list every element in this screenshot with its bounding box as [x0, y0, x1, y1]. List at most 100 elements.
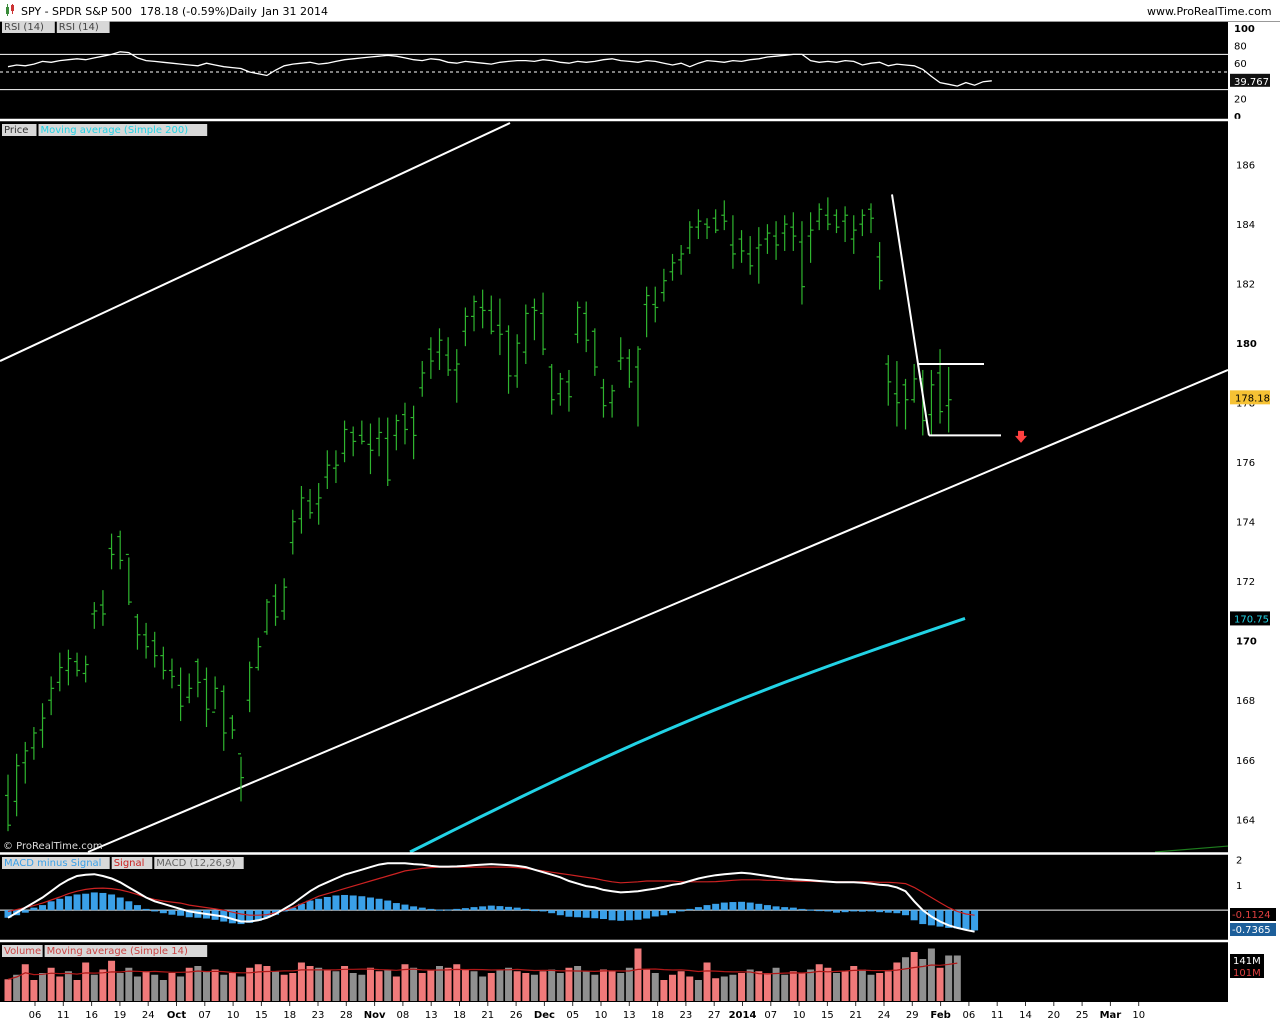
volume-bar	[634, 948, 642, 1001]
price-tick-label: 166	[1236, 756, 1255, 767]
macd-hist-bar	[479, 906, 487, 911]
volume-bar	[90, 974, 98, 1001]
volume-bar	[13, 974, 21, 1001]
macd-hist-bar	[651, 910, 659, 917]
volume-bar	[427, 969, 435, 1001]
volume-bar	[487, 973, 495, 1001]
rsi-tick-label: 80	[1234, 42, 1247, 53]
x-tick-label: 18	[651, 1010, 664, 1021]
x-tick-label: 28	[340, 1010, 353, 1021]
macd-hist-bar	[418, 907, 426, 911]
macd-hist-bar	[306, 900, 314, 911]
x-tick-label: 2014	[729, 1010, 757, 1021]
volume-bar	[21, 964, 29, 1001]
volume-bar	[781, 974, 789, 1001]
x-tick-label: 24	[878, 1010, 891, 1021]
x-tick-label: 10	[793, 1010, 806, 1021]
macd-hist-bar	[815, 910, 823, 912]
volume-bar	[720, 976, 728, 1001]
price-tick-label: 176	[1236, 458, 1255, 469]
macd-hist-bar	[694, 907, 702, 911]
volume-bar	[565, 967, 573, 1001]
x-tick-label: 10	[227, 1010, 240, 1021]
x-tick-label: 21	[481, 1010, 494, 1021]
volume-bar	[177, 976, 185, 1001]
volume-bar	[876, 973, 884, 1001]
legend-label: Moving average (Simple 200)	[41, 125, 189, 136]
macd-hist-bar	[315, 898, 323, 911]
macd-hist-bar	[505, 906, 513, 911]
macd-hist-bar	[125, 901, 133, 911]
macd-hist-bar	[763, 905, 771, 911]
macd-hist-bar	[375, 898, 383, 911]
volume-bar	[660, 980, 668, 1001]
volume-bar	[798, 973, 806, 1001]
macd-hist-bar	[392, 903, 400, 911]
volume-bar	[746, 969, 754, 1001]
x-tick-label: 27	[708, 1010, 721, 1021]
x-tick-label: 11	[57, 1010, 70, 1021]
volume-bar	[366, 967, 374, 1001]
volume-bar	[237, 976, 245, 1001]
legend-label: RSI (14)	[4, 22, 44, 33]
volume-bar	[677, 971, 685, 1001]
volume-bar	[479, 976, 487, 1001]
x-tick-label: 10	[1132, 1010, 1145, 1021]
volume-bar	[358, 974, 366, 1001]
volume-bar	[392, 976, 400, 1001]
x-tick-label: 05	[566, 1010, 579, 1021]
volume-bar	[893, 962, 901, 1001]
x-tick-label: 26	[510, 1010, 523, 1021]
volume-bar	[99, 969, 107, 1001]
volume-bar	[341, 966, 349, 1001]
volume-bar	[332, 971, 340, 1001]
x-tick-label: Oct	[167, 1010, 186, 1021]
price-tick-label: 180	[1236, 339, 1257, 350]
volume-bar	[228, 973, 236, 1001]
x-tick-label: 10	[595, 1010, 608, 1021]
volume-bar	[116, 973, 124, 1001]
rsi-tick-label: 60	[1234, 59, 1247, 70]
volume-bar	[108, 960, 116, 1001]
macd-hist-bar	[893, 910, 901, 914]
macd-hist-bar	[669, 910, 677, 914]
volume-bar	[703, 962, 711, 1001]
volume-bar	[789, 971, 797, 1001]
macd-hist-bar	[30, 907, 38, 911]
volume-bar	[841, 971, 849, 1001]
volume-bar	[919, 959, 927, 1001]
macd-hist-bar	[142, 908, 150, 911]
x-tick-label: Nov	[364, 1010, 386, 1021]
rsi-tick-label: 0	[1234, 112, 1241, 123]
chart-canvas[interactable]: 10080604020039.767RSI (14)RSI (14) 18618…	[0, 0, 1280, 1024]
x-tick-label: 29	[906, 1010, 919, 1021]
x-axis: 06 11 16 19 24 Oct 07 10 15 18 23 28 Nov 08 13 18 21 26 De…	[0, 1002, 1280, 1024]
macd-hist-bar	[574, 910, 582, 918]
chart-background	[0, 22, 1228, 1002]
rsi-last-label: 39.767	[1234, 77, 1269, 88]
volume-bar	[410, 967, 418, 1001]
x-tick-label: 06	[963, 1010, 976, 1021]
volume-bar	[669, 974, 677, 1001]
x-tick-label: 07	[764, 1010, 777, 1021]
volume-bar	[712, 978, 720, 1001]
macd-hist-bar	[772, 906, 780, 911]
volume-bar	[522, 973, 530, 1001]
volume-bar	[815, 964, 823, 1001]
volume-bar	[125, 967, 133, 1001]
x-tick-label: 13	[623, 1010, 636, 1021]
macd-hist-bar	[755, 903, 763, 911]
macd-hist-bar	[599, 910, 607, 920]
macd-hist-bar	[798, 908, 806, 911]
volume-ma-label: 101M	[1233, 968, 1261, 979]
last-price-label: 178.18	[1235, 393, 1270, 404]
macd-hist-bar	[867, 910, 875, 912]
x-tick-label: 06	[29, 1010, 42, 1021]
macd-hist-bar	[99, 892, 107, 911]
x-tick-label: 18	[283, 1010, 296, 1021]
x-tick-label: 20	[1047, 1010, 1060, 1021]
volume-bar	[444, 967, 452, 1001]
volume-bar	[82, 962, 90, 1001]
x-tick-label: 08	[397, 1010, 410, 1021]
volume-bar	[910, 952, 918, 1001]
